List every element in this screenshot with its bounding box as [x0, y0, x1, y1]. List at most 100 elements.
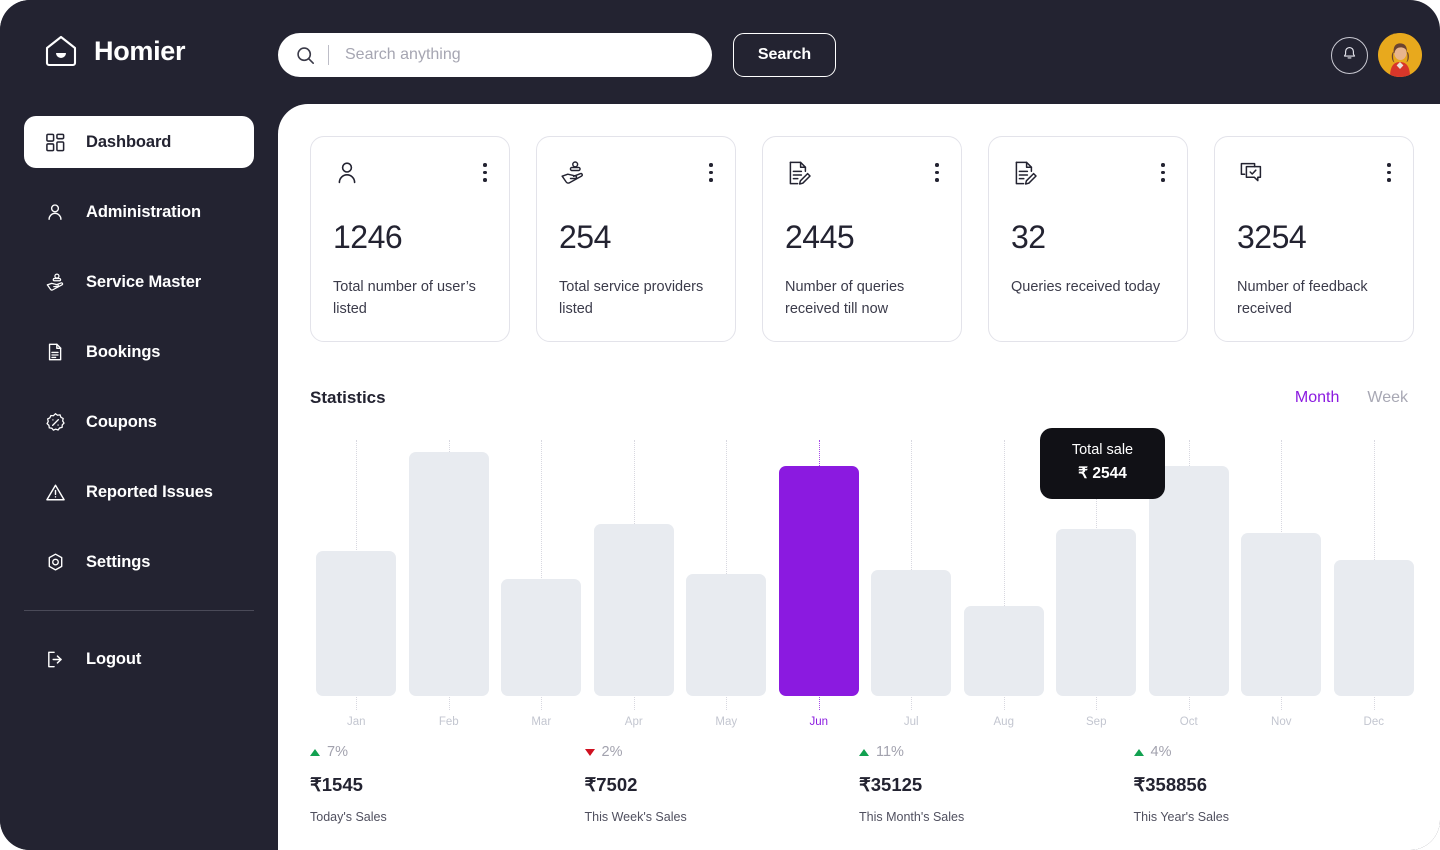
brand: Homier: [0, 0, 278, 70]
sidebar-item-bookings[interactable]: Bookings: [24, 326, 254, 378]
sidebar-item-label: Logout: [86, 649, 142, 668]
app-window: Homier Dashboard Administration Service …: [0, 0, 1440, 850]
trend-up-icon: [859, 748, 869, 756]
stat-card-value: 3254: [1237, 219, 1307, 255]
kebab-menu-icon[interactable]: [1161, 159, 1165, 182]
sales-stat: 11% ₹35125 This Month's Sales: [859, 742, 1134, 824]
sidebar-item-label: Bookings: [86, 342, 161, 361]
brand-name: Homier: [94, 35, 186, 66]
sidebar-item-label: Coupons: [86, 412, 157, 431]
sales-delta: 7%: [327, 744, 348, 760]
stat-card[interactable]: 32 Queries received today: [988, 136, 1188, 342]
sidebar: Homier Dashboard Administration Service …: [0, 0, 278, 850]
kebab-menu-icon[interactable]: [1387, 159, 1391, 182]
sales-label: This Week's Sales: [584, 810, 687, 824]
top-header: Search: [278, 0, 1440, 104]
chart-x-label: Feb: [438, 716, 459, 728]
chart-x-label: Sep: [1086, 716, 1107, 728]
chart-x-label: Apr: [624, 716, 643, 728]
sales-amount: ₹1545: [310, 774, 363, 795]
search-divider: [328, 45, 329, 65]
sidebar-item-label: Administration: [86, 202, 202, 221]
sidebar-item-label: Service Master: [86, 272, 202, 291]
sales-delta: 4%: [1150, 744, 1172, 760]
kebab-menu-icon[interactable]: [709, 159, 713, 182]
chart-bar[interactable]: [408, 452, 489, 696]
sidebar-item-coupons[interactable]: Coupons: [24, 396, 254, 448]
user-icon: [44, 201, 66, 223]
chart-bar[interactable]: [501, 579, 582, 696]
tooltip-value: ₹ 2544: [1078, 464, 1127, 482]
search-button[interactable]: Search: [733, 33, 836, 77]
stat-card-value: 2445: [785, 219, 855, 255]
stat-card-label: Total service providers listed: [559, 279, 704, 318]
chart-bar[interactable]: [1333, 560, 1414, 696]
stat-card[interactable]: 2445 Number of queries received till now: [762, 136, 962, 342]
search-input[interactable]: [345, 46, 694, 64]
sidebar-item-dashboard[interactable]: Dashboard: [24, 116, 254, 168]
chart-x-label: Mar: [531, 716, 552, 728]
chart-bar[interactable]: [1148, 466, 1229, 696]
kebab-menu-icon[interactable]: [935, 159, 939, 182]
sidebar-item-settings[interactable]: Settings: [24, 536, 254, 588]
page-title: Statistics: [310, 388, 386, 407]
document-edit-icon: [785, 159, 813, 187]
chart-plot-area: Jan Feb Mar Apr May Jun Jul Aug Sep Oct Nov Dec: [310, 428, 1420, 728]
main-content: 1246 Total number of user’s listed 254 T…: [278, 104, 1440, 850]
chat-check-icon: [1237, 159, 1265, 187]
chart-bar[interactable]: [593, 524, 674, 696]
sidebar-item-label: Settings: [86, 552, 151, 571]
chart-bar[interactable]: [871, 570, 952, 696]
user-outline-icon: [333, 159, 361, 187]
sales-amount: ₹35125: [859, 774, 923, 795]
chart-tooltip: Total sale ₹ 2544: [1040, 428, 1165, 499]
chart-bar[interactable]: [963, 606, 1044, 696]
stat-card-value: 32: [1011, 219, 1046, 255]
sales-summary: 7% ₹1545 Today's Sales 2% ₹7502 This Wee…: [278, 742, 1440, 824]
grid-icon: [44, 131, 66, 153]
sidebar-item-service-master[interactable]: Service Master: [24, 256, 254, 308]
stat-card-label: Queries received today: [1011, 279, 1161, 295]
sales-label: This Month's Sales: [859, 810, 965, 824]
chart-x-label: Aug: [993, 716, 1014, 728]
statistics-tabs: Month Week: [1295, 389, 1408, 407]
stat-card-label: Number of feedback received: [1237, 279, 1368, 318]
sales-amount: ₹358856: [1133, 774, 1208, 795]
chart-bar[interactable]: [1056, 529, 1137, 696]
stat-card[interactable]: 3254 Number of feedback received: [1214, 136, 1414, 342]
chart-x-label: Nov: [1271, 716, 1292, 728]
sidebar-item-reported-issues[interactable]: Reported Issues: [24, 466, 254, 518]
chart-x-label: Jul: [903, 716, 919, 728]
tab-month[interactable]: Month: [1295, 389, 1339, 407]
search-bar[interactable]: [278, 33, 712, 77]
chart-bar[interactable]: [686, 574, 767, 696]
sales-label: Today's Sales: [310, 810, 387, 824]
statistics-header: Statistics Month Week: [278, 342, 1440, 408]
stat-card[interactable]: 254 Total service providers listed: [536, 136, 736, 342]
sidebar-divider: [24, 610, 254, 611]
stat-card-value: 254: [559, 219, 611, 255]
stat-card[interactable]: 1246 Total number of user’s listed: [310, 136, 510, 342]
tab-week[interactable]: Week: [1367, 389, 1408, 407]
sidebar-item-label: Reported Issues: [86, 482, 213, 501]
hand-service-icon: [44, 271, 66, 293]
avatar[interactable]: [1378, 33, 1422, 77]
sales-stat: 2% ₹7502 This Week's Sales: [584, 742, 860, 824]
hand-service-icon: [559, 159, 587, 187]
chart-x-label: Dec: [1363, 716, 1384, 728]
chart-bar[interactable]: [316, 551, 397, 696]
sales-amount: ₹7502: [584, 774, 638, 795]
sales-stat: 7% ₹1545 Today's Sales: [310, 742, 585, 824]
chart-x-label: Jan: [346, 716, 366, 728]
sales-bar-chart: Jan Feb Mar Apr May Jun Jul Aug Sep Oct Nov Dec Tot…: [278, 428, 1440, 728]
sidebar-item-logout[interactable]: Logout: [24, 633, 254, 685]
chart-bar[interactable]: [778, 466, 859, 696]
chart-x-label: Oct: [1179, 716, 1198, 728]
chart-bar[interactable]: [1241, 533, 1322, 696]
kebab-menu-icon[interactable]: [483, 159, 487, 182]
sidebar-item-administration[interactable]: Administration: [24, 186, 254, 238]
search-icon: [296, 46, 315, 65]
document-icon: [44, 341, 66, 363]
trend-up-icon: [310, 748, 320, 756]
notification-button[interactable]: [1331, 37, 1368, 74]
